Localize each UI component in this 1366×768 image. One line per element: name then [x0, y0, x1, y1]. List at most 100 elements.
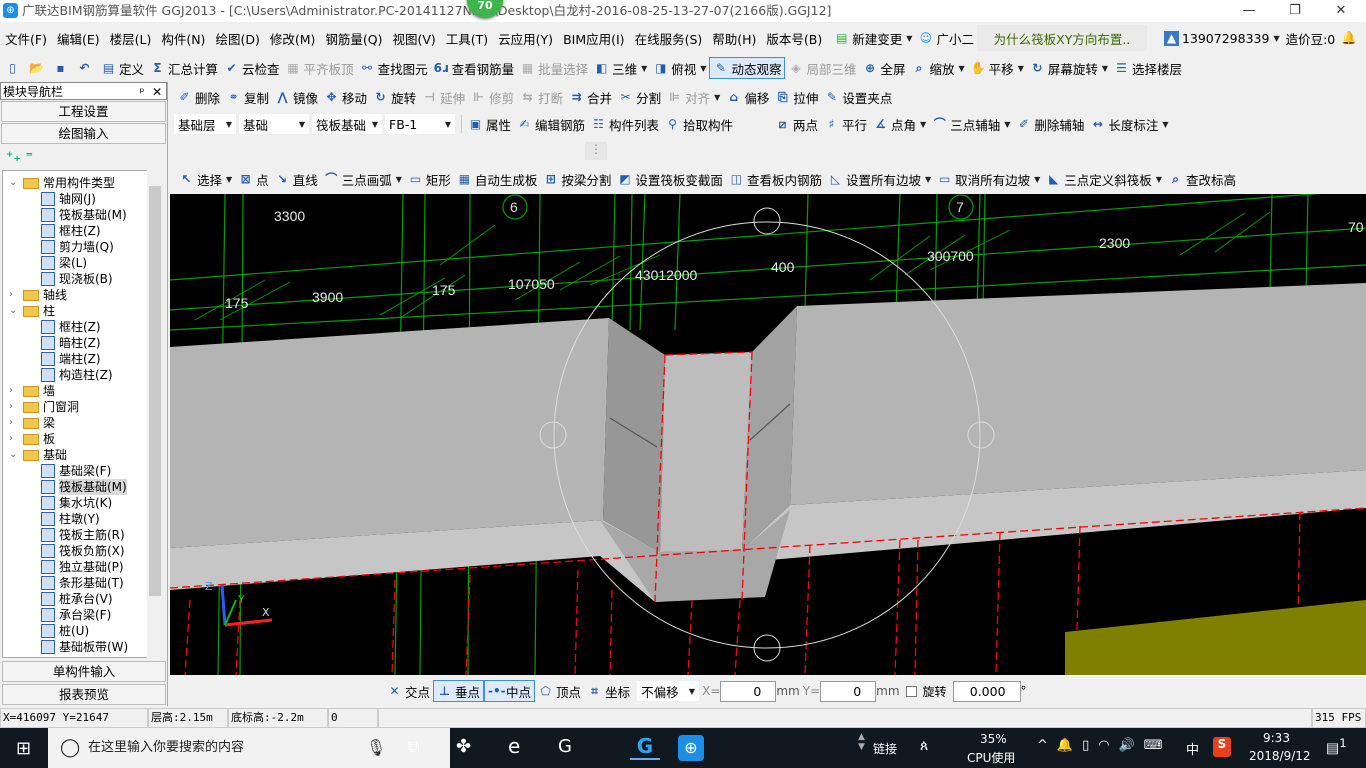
toolbar3-edit-rebar-button[interactable]: ✍ 编辑钢筋 [514, 113, 588, 135]
menu-item[interactable]: 云应用(Y) [493, 29, 558, 48]
glodon-icon[interactable]: G [630, 734, 660, 760]
fan-app-icon[interactable]: ✤ [456, 736, 471, 757]
tree-item[interactable]: 承台梁(F) [41, 607, 111, 623]
3d-drawing-canvas[interactable]: 6 7 3300 175 3900 175 107050 43012000 40… [170, 194, 1366, 675]
tree-item[interactable]: 端柱(Z) [41, 351, 101, 367]
restore-button[interactable]: ❐ [1272, 0, 1318, 22]
minimize-button[interactable]: — [1226, 0, 1272, 22]
windows-start-icon[interactable]: ⊞ [16, 738, 31, 759]
notification-icon[interactable]: ▤1 [1326, 736, 1347, 757]
tree-item[interactable]: 桩承台(V) [41, 591, 113, 607]
toolbar3b-two-point-button[interactable]: ⧄ 两点 [772, 113, 821, 135]
tree-item[interactable]: 基础板带(W) [41, 639, 128, 655]
menu-item[interactable]: 楼层(L) [105, 29, 157, 48]
snap-vertex[interactable]: ⬠ 顶点 [535, 680, 584, 702]
tree-folder[interactable]: › 门窗洞 [9, 399, 79, 415]
task-view-icon[interactable]: ⧉ [408, 737, 419, 757]
y-input[interactable]: 0 [820, 680, 877, 702]
sogou-icon[interactable]: S [1213, 737, 1231, 757]
collapse-all-icon[interactable]: ⁼ [26, 149, 33, 165]
toolbar1-sigma-button[interactable]: Σ 汇总计算 [147, 57, 221, 79]
tree-item[interactable]: 梁(L) [41, 255, 87, 271]
toolbar-grip[interactable]: ⋮ [585, 142, 607, 160]
toolbar1-rotate-screen-button[interactable]: ↻ 屏幕旋转 ▼ [1027, 57, 1111, 79]
tree-item[interactable]: 集水坑(K) [41, 495, 112, 511]
menu-item[interactable]: 在线服务(S) [630, 29, 708, 48]
toolbar3b-parallel-button[interactable]: ♯ 平行 [821, 113, 870, 135]
toolbar4-elevation-button[interactable]: ⌕ 查改标高 [1165, 168, 1239, 190]
toolbar2-merge-button[interactable]: ⇉ 合并 [566, 86, 615, 108]
chevron-down-icon[interactable]: ⌄ [9, 303, 23, 319]
menu-item[interactable]: 视图(V) [387, 29, 440, 48]
assistant-button[interactable]: ☺ 广小二 [915, 27, 977, 49]
toolbar1-new-file-button[interactable]: ▯ [2, 57, 26, 79]
ime-indicator[interactable]: 中 [1186, 739, 1199, 758]
cortana-icon[interactable]: ◯ [60, 737, 80, 758]
tree-item[interactable]: 剪力墙(Q) [41, 239, 114, 255]
x-input[interactable]: 0 [720, 680, 777, 702]
toolbar3b-three-point-axis-button[interactable]: ⌒ 三点辅轴 ▼ [929, 113, 1013, 135]
toolbar2-align-button[interactable]: ⊫ 对齐 ▼ [664, 86, 723, 108]
snap-coordinate[interactable]: ⌗ 坐标 [584, 680, 633, 702]
toolbar1-define-button[interactable]: ▤ 定义 [98, 57, 147, 79]
toolbar1-view-rebar-button[interactable]: 6ɹ 查看钢筋量 [431, 57, 518, 79]
dropdown-arrow-icon[interactable]: ▼ [1034, 175, 1040, 184]
single-input-button[interactable]: 单构件输入 [2, 661, 166, 682]
toolbar1-align-top-button[interactable]: ▦ 平齐板顶 [283, 57, 357, 79]
toolbar4-split-by-beam-button[interactable]: ⊞ 按梁分割 [540, 168, 614, 190]
tree-item[interactable]: 桩(U) [41, 623, 89, 639]
project-settings-button[interactable]: 工程设置 [1, 101, 166, 122]
toolbar4-cursor-button[interactable]: ↖ 选择 ▼ [176, 168, 235, 190]
toolbar1-cube-button[interactable]: ◧ 三维 ▼ [591, 57, 650, 79]
toolbar1-select-floor-button[interactable]: ☰ 选择楼层 [1111, 57, 1185, 79]
taskbar-search[interactable]: 在这里输入你要搜索的内容 [48, 728, 450, 768]
tree-item[interactable]: 框柱(Z) [41, 319, 101, 335]
toolbar4-line-button[interactable]: ↘ 直线 [272, 168, 321, 190]
toolbar1-pan-button[interactable]: ✋ 平移 ▼ [968, 57, 1027, 79]
raft-slab-3d[interactable] [170, 283, 1366, 675]
expand-all-icon[interactable]: ⁺₊ [6, 149, 21, 165]
toolbar2-break-button[interactable]: ⇆ 打断 [517, 86, 566, 108]
dropdown-arrow-icon[interactable]: ▼ [1162, 120, 1168, 129]
dropdown-arrow-icon[interactable]: ▼ [700, 64, 706, 73]
toolbar2-mirror-button[interactable]: ⋀ 镜像 [272, 86, 321, 108]
toolbar2-offset-button[interactable]: ⌂ 偏移 [723, 86, 772, 108]
taskbar-scroll-icon[interactable]: ▲ ▼ [858, 732, 865, 752]
tree-item[interactable]: 基础梁(F) [41, 463, 111, 479]
toolbar1-batch-select-button[interactable]: ▦ 批量选择 [517, 57, 591, 79]
dropdown-arrow-icon[interactable]: ▼ [226, 175, 232, 184]
menu-item[interactable]: 编辑(E) [52, 29, 105, 48]
toolbar4-arc-button[interactable]: ⌒ 三点画弧 ▼ [321, 168, 405, 190]
new-change-button[interactable]: ▤ 新建变更 ▼ [831, 27, 915, 49]
tree-folder[interactable]: › 轴线 [9, 287, 67, 303]
category-select[interactable]: 基础 ▼ [239, 114, 309, 134]
ie-icon[interactable]: e [508, 734, 520, 758]
toolbar3b-dimension-button[interactable]: ↔ 长度标注 ▼ [1087, 113, 1171, 135]
ggj-app-icon[interactable]: ⊕ [678, 735, 704, 761]
menu-item[interactable]: 钢筋量(Q) [320, 29, 387, 48]
toolbar1-partial-3d-button[interactable]: ◈ 局部三维 [785, 57, 859, 79]
chevron-right-icon[interactable]: › [9, 431, 23, 447]
toolbar1-binoculars-button[interactable]: ⚯ 查找图元 [357, 57, 431, 79]
tree-folder[interactable]: › 梁 [9, 415, 55, 431]
clock-time[interactable]: 9:33 [1263, 731, 1290, 745]
tree-folder[interactable]: › 墙 [9, 383, 55, 399]
toolbar4-rectangle-button[interactable]: ▭ 矩形 [405, 168, 454, 190]
tree-scrollbar[interactable] [147, 170, 163, 658]
link-label[interactable]: 链接 [873, 740, 897, 757]
microphone-icon[interactable]: 🎙 [366, 738, 386, 757]
toolbar1-open-folder-button[interactable]: 📂 [26, 57, 50, 79]
rotate-input[interactable]: 0.000 [952, 680, 1021, 702]
dropdown-arrow-icon[interactable]: ▼ [925, 175, 931, 184]
toolbar2-delete-button[interactable]: ✐ 删除 [174, 86, 223, 108]
tree-item[interactable]: 框柱(Z) [41, 223, 101, 239]
toolbar1-top-view-button[interactable]: ◨ 俯视 ▼ [650, 57, 709, 79]
toolbar4-auto-slab-button[interactable]: ▦ 自动生成板 [454, 168, 541, 190]
toolbar4-variable-section-button[interactable]: ◩ 设置筏板变截面 [614, 168, 726, 190]
menu-item[interactable]: 工具(T) [441, 29, 493, 48]
tree-item[interactable]: 筏板主筋(R) [41, 527, 125, 543]
tree-item[interactable]: 独立基础(P) [41, 559, 124, 575]
dropdown-arrow-icon[interactable]: ▼ [714, 93, 720, 102]
user-account[interactable]: ▲ 13907298339 ▼ [1161, 27, 1283, 49]
chevron-down-icon[interactable]: ⌄ [9, 175, 23, 191]
